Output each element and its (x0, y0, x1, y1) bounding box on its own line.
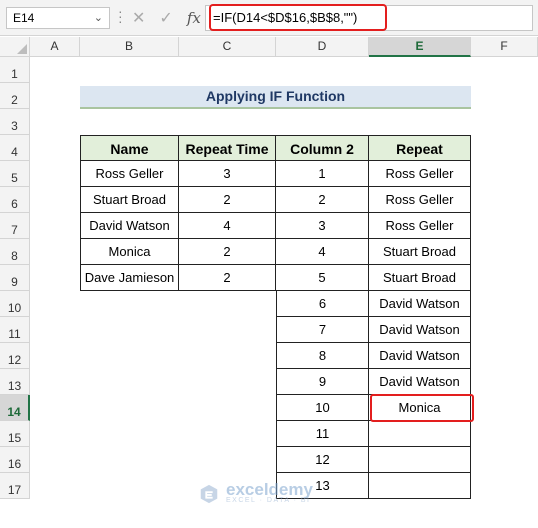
watermark-tagline: EXCEL · DATA · BI (226, 497, 311, 504)
row-header-16[interactable]: 16 (0, 447, 30, 473)
name-box[interactable]: E14 ⌄ (6, 7, 110, 29)
table-cell[interactable]: 10 (276, 395, 369, 421)
table-cell[interactable]: David Watson (369, 343, 471, 369)
worksheet-grid: A B C D E F 1 2 3 4 5 6 7 8 9 10 11 12 13 14 15 16 17 Applying … (0, 37, 538, 528)
table-cell[interactable]: 2 (179, 239, 276, 265)
column-header-f[interactable]: F (471, 37, 538, 57)
formula-buttons: ✕ ✓ fx (132, 7, 201, 29)
table-cell[interactable]: Stuart Broad (369, 265, 471, 291)
row-header-4[interactable]: 4 (0, 135, 30, 161)
table-cell[interactable] (369, 447, 471, 473)
watermark-brand: exceldemy (226, 480, 313, 499)
table-cell[interactable]: Ross Geller (80, 161, 179, 187)
row-header-8[interactable]: 8 (0, 239, 30, 265)
table-cell[interactable]: 4 (179, 213, 276, 239)
table-header-cell[interactable]: Repeat (369, 135, 471, 161)
chevron-down-icon[interactable]: ⌄ (94, 8, 103, 28)
table-cell[interactable]: 6 (276, 291, 369, 317)
table-cell[interactable]: Stuart Broad (369, 239, 471, 265)
table-cell[interactable]: 3 (276, 213, 369, 239)
table-cell[interactable]: 8 (276, 343, 369, 369)
table-cell[interactable]: 11 (276, 421, 369, 447)
table-cell[interactable]: David Watson (80, 213, 179, 239)
name-box-value: E14 (13, 11, 35, 25)
row-header-10[interactable]: 10 (0, 291, 30, 317)
table-cell[interactable]: 4 (276, 239, 369, 265)
row-header-6[interactable]: 6 (0, 187, 30, 213)
table-cell[interactable]: David Watson (369, 291, 471, 317)
page-title: Applying IF Function (80, 86, 471, 109)
row-header-17[interactable]: 17 (0, 473, 30, 499)
column-header-d[interactable]: D (276, 37, 369, 57)
table-cell[interactable]: 1 (276, 161, 369, 187)
row-header-11[interactable]: 11 (0, 317, 30, 343)
table-header-cell[interactable]: Name (80, 135, 179, 161)
row-header-3[interactable]: 3 (0, 109, 30, 135)
table-cell[interactable]: 5 (276, 265, 369, 291)
result-highlight-box (370, 394, 474, 422)
more-options-icon[interactable]: · · · (118, 4, 123, 28)
column-header-e[interactable]: E (369, 37, 471, 57)
table-cell[interactable]: 2 (179, 265, 276, 291)
enter-check-icon[interactable]: ✓ (159, 8, 172, 28)
table-cell[interactable]: Dave Jamieson (80, 265, 179, 291)
table-cell[interactable]: 2 (276, 187, 369, 213)
table-cell[interactable]: Ross Geller (369, 187, 471, 213)
row-header-5[interactable]: 5 (0, 161, 30, 187)
table-cell[interactable]: 7 (276, 317, 369, 343)
table-cell[interactable] (369, 473, 471, 499)
table-cell[interactable]: 12 (276, 447, 369, 473)
row-header-12[interactable]: 12 (0, 343, 30, 369)
column-header-a[interactable]: A (30, 37, 80, 57)
row-header-9[interactable]: 9 (0, 265, 30, 291)
table-cell[interactable]: Monica (80, 239, 179, 265)
table-cell[interactable]: 3 (179, 161, 276, 187)
table-cell[interactable]: David Watson (369, 317, 471, 343)
row-header-13[interactable]: 13 (0, 369, 30, 395)
select-all-button[interactable] (0, 37, 30, 57)
table-header-cell[interactable]: Repeat Time (179, 135, 276, 161)
column-header-b[interactable]: B (80, 37, 179, 57)
table-cell[interactable]: Ross Geller (369, 161, 471, 187)
row-header-7[interactable]: 7 (0, 213, 30, 239)
table-cell[interactable]: Ross Geller (369, 213, 471, 239)
exceldemy-logo-icon (200, 484, 218, 503)
table-cell[interactable]: 2 (179, 187, 276, 213)
column-header-c[interactable]: C (179, 37, 276, 57)
table-cell[interactable]: David Watson (369, 369, 471, 395)
row-header-15[interactable]: 15 (0, 421, 30, 447)
table-cell[interactable] (369, 421, 471, 447)
table-cell[interactable]: Stuart Broad (80, 187, 179, 213)
cancel-icon[interactable]: ✕ (132, 8, 145, 28)
formula-highlight-box (209, 4, 387, 31)
row-header-2[interactable]: 2 (0, 83, 30, 109)
watermark: exceldemy EXCEL · DATA · BI (198, 480, 313, 505)
table-header-cell[interactable]: Column 2 (276, 135, 369, 161)
row-header-1[interactable]: 1 (0, 57, 30, 83)
insert-function-icon[interactable]: fx (187, 9, 201, 27)
table-cell[interactable]: 9 (276, 369, 369, 395)
formula-bar: E14 ⌄ · · · ✕ ✓ fx =IF(D14<$D$16,$B$8,"") (0, 0, 538, 36)
row-header-14[interactable]: 14 (0, 395, 30, 421)
